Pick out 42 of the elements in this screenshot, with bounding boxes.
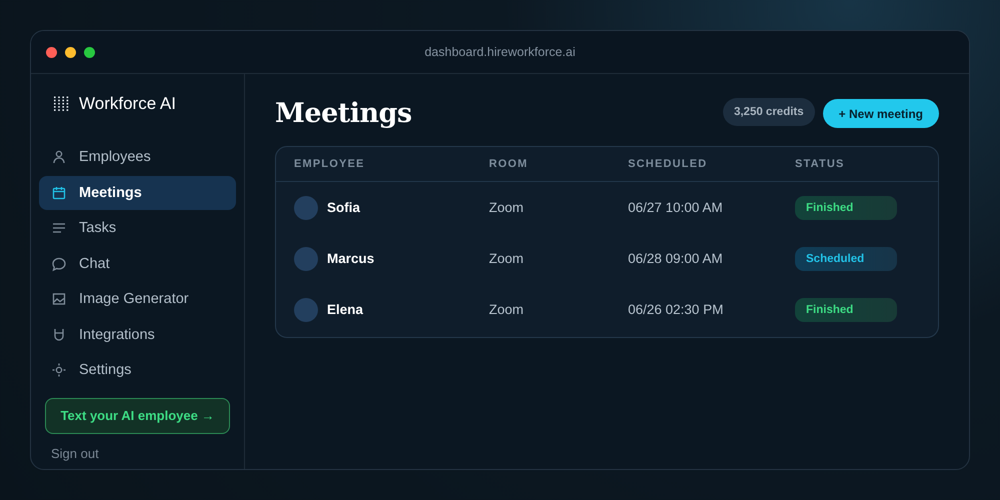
nav-icon <box>51 184 67 201</box>
status-badge: Finished <box>795 196 897 220</box>
status-badge: Finished <box>795 298 897 322</box>
column-header: ROOM <box>489 158 530 170</box>
nav-icon <box>51 149 67 166</box>
employee-name: Marcus <box>327 251 374 266</box>
brand-name: Workforce AI <box>79 94 176 114</box>
employee-name: Sofia <box>327 200 360 215</box>
new-meeting-button[interactable]: + New meeting <box>822 99 939 128</box>
scheduled-cell-text: 06/28 09:00 AM <box>628 251 724 266</box>
nav-icon <box>51 256 67 272</box>
scheduled-cell-text: 06/27 10:00 AM <box>628 200 724 215</box>
status-badge: Scheduled <box>795 246 897 270</box>
text-employee-button[interactable]: Text your AI employee → <box>45 398 230 434</box>
nav-icon <box>51 362 67 378</box>
room-cell-text: Zoom <box>489 302 525 317</box>
employee-name: Elena <box>327 302 364 317</box>
sidebar-item[interactable]: Settings <box>39 353 236 388</box>
room-cell-text: Zoom <box>489 200 525 215</box>
sidebar-item[interactable]: Integrations <box>39 318 236 352</box>
sign-out-link[interactable]: Sign out <box>51 446 99 462</box>
page-title: Meetings <box>275 98 413 129</box>
close-dot[interactable] <box>46 46 57 58</box>
zoom-dot[interactable] <box>84 46 95 58</box>
minimize-dot[interactable] <box>65 46 76 58</box>
sidebar-item[interactable]: Meetings <box>39 176 236 210</box>
sidebar-item[interactable]: Tasks <box>39 211 236 246</box>
column-header: SCHEDULED <box>628 158 708 170</box>
sidebar-item[interactable]: Image Generator <box>39 282 236 316</box>
scheduled-cell-text: 06/26 02:30 PM <box>628 302 724 317</box>
nav-icon <box>51 291 67 308</box>
address-url: dashboard.hireworkforce.ai <box>424 45 576 59</box>
column-header: EMPLOYEE <box>294 158 366 170</box>
avatar <box>294 196 318 220</box>
column-header: STATUS <box>795 158 846 170</box>
credits-badge: 3,250 credits <box>722 98 815 126</box>
avatar <box>294 298 318 322</box>
grid-logo-icon <box>53 96 69 112</box>
sidebar-item[interactable]: Employees <box>39 140 236 174</box>
sidebar-item[interactable]: Chat <box>39 246 236 281</box>
room-cell-text: Zoom <box>489 251 525 266</box>
avatar <box>294 246 318 270</box>
